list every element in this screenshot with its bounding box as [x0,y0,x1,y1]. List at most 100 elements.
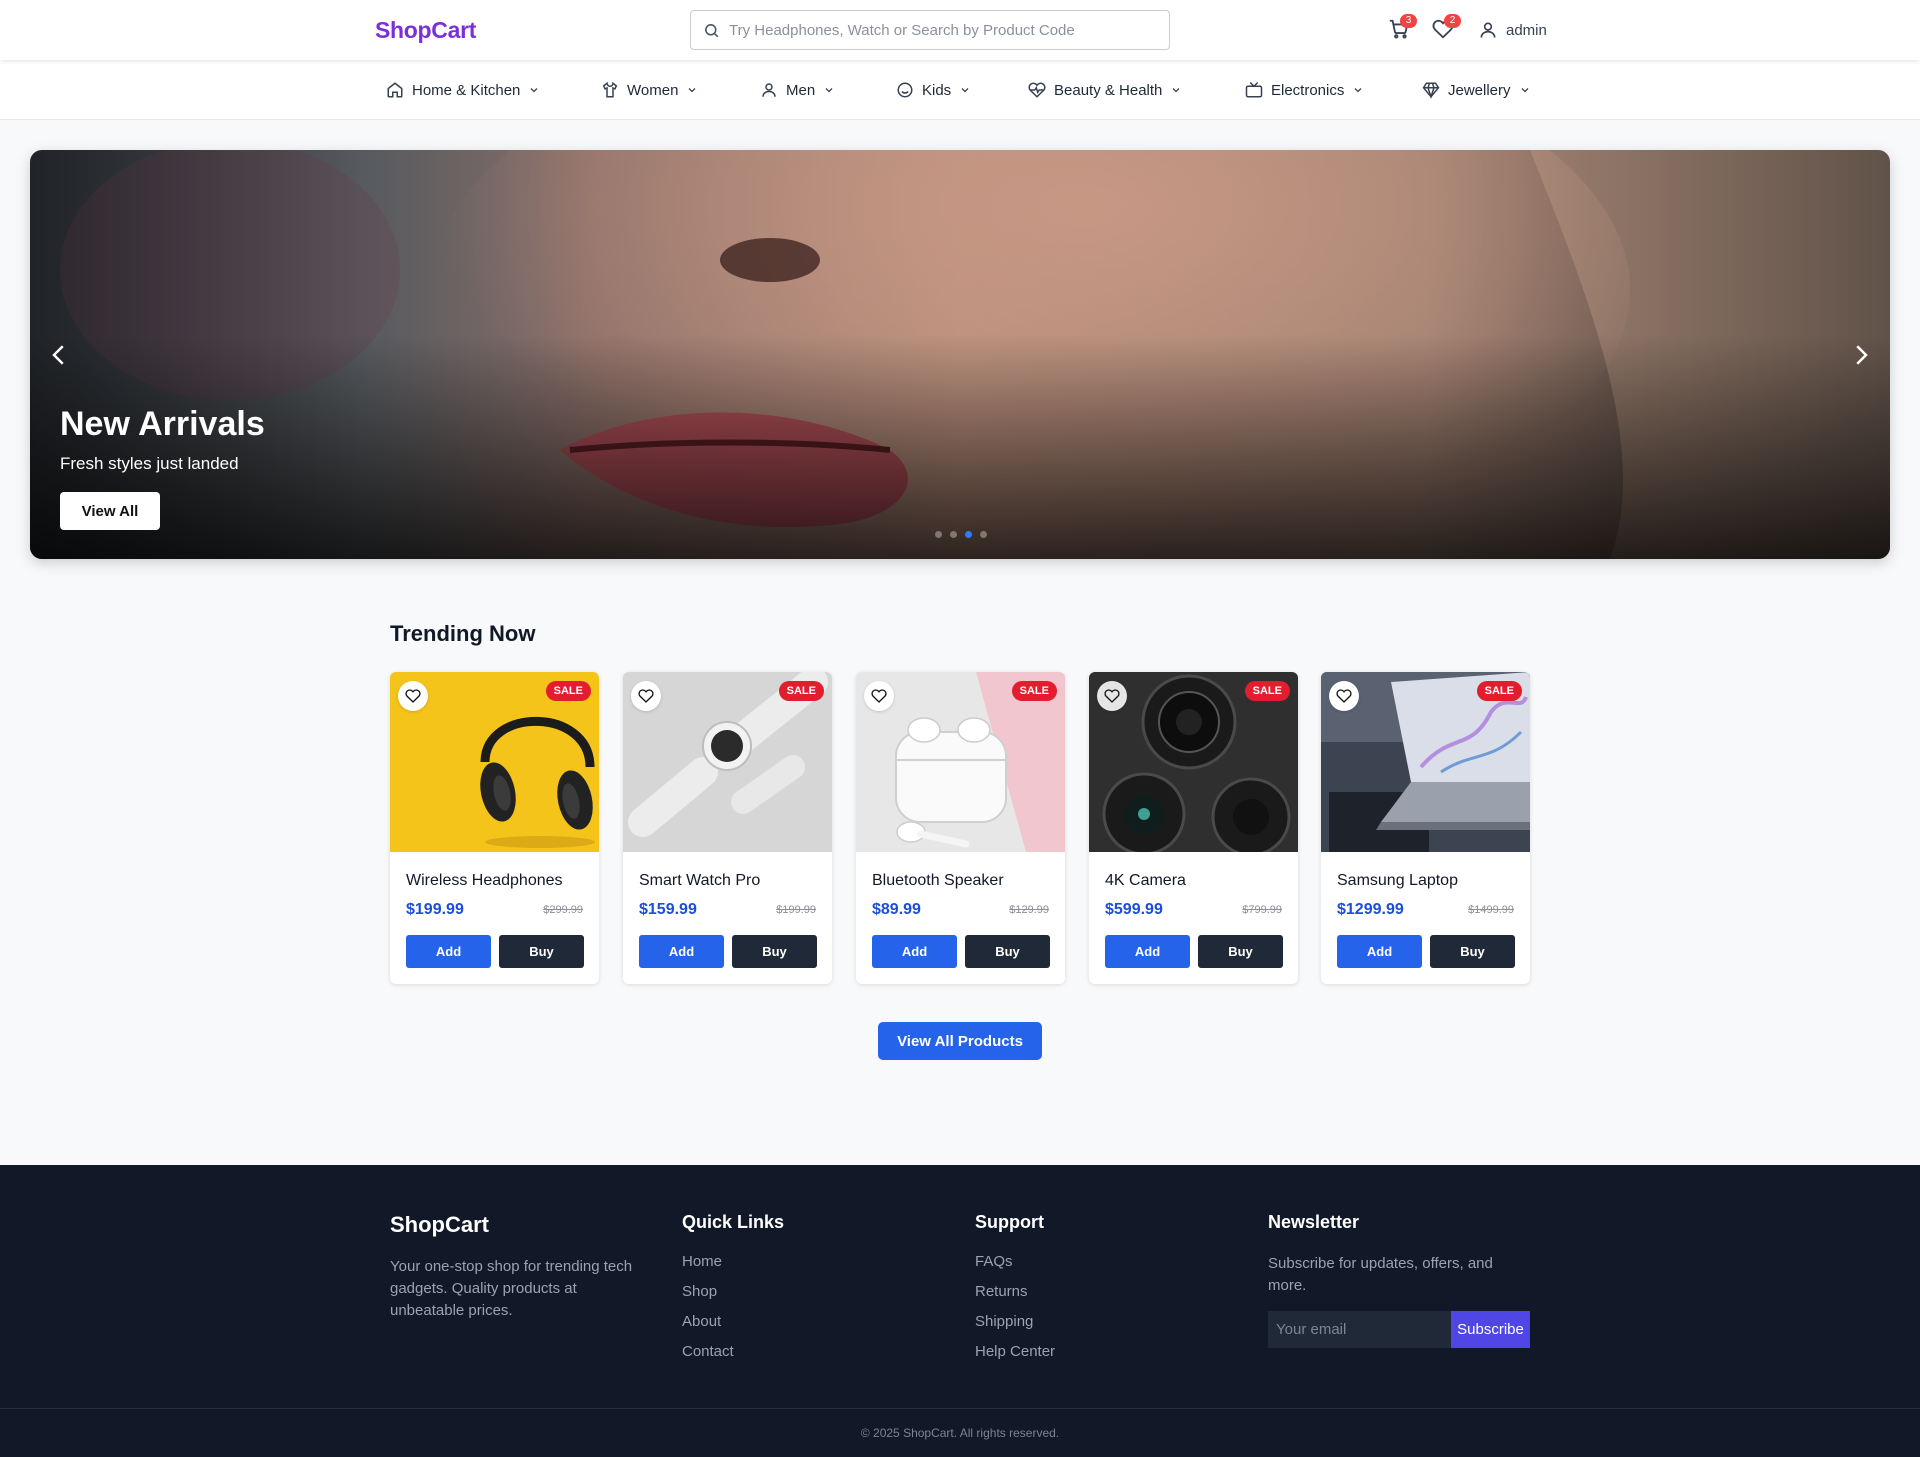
chevron-left-icon[interactable] [44,340,74,370]
logo[interactable]: ShopCart [375,17,476,44]
username: admin [1506,21,1547,39]
footer-link-about[interactable]: About [682,1313,721,1330]
hero-carousel: New Arrivals Fresh styles just landed Vi… [30,150,1890,559]
hero-view-all-button[interactable]: View All [60,492,160,530]
nav-label: Kids [922,81,952,99]
heart-icon [638,689,654,703]
heart-icon [405,689,421,703]
copyright: © 2025 ShopCart. All rights reserved. [860,1426,1060,1440]
footer-link-shipping[interactable]: Shipping [975,1313,1033,1330]
shirt-icon [602,81,618,98]
newsletter-email-input[interactable] [1268,1311,1451,1348]
nav-item-jewellery[interactable]: Jewellery [1422,79,1531,101]
buy-now-button[interactable]: Buy [1198,935,1283,968]
search-input[interactable] [729,11,1159,49]
chevron-down-icon [825,88,833,93]
product-card[interactable]: SALE Smart Watch Pro $159.99 $199.99 Add… [623,672,832,984]
chevron-down-icon [961,88,969,93]
chevron-down-icon [530,88,538,93]
add-to-cart-button[interactable]: Add [872,935,957,968]
wishlist-button[interactable]: 2 [1432,14,1461,45]
footer-link-returns[interactable]: Returns [975,1283,1028,1300]
hero-image [30,150,1890,559]
nav-item-electronics[interactable]: Electronics [1245,79,1364,101]
chevron-right-icon[interactable] [1846,340,1876,370]
carousel-dot[interactable] [935,531,942,538]
support-title: Support [975,1212,1044,1232]
sale-badge: SALE [1011,681,1057,701]
nav-item-home-kitchen[interactable]: Home & Kitchen [386,79,540,101]
cart-button[interactable]: 3 [1388,14,1417,45]
footer-link-faqs[interactable]: FAQs [975,1253,1013,1270]
sale-badge: SALE [778,681,824,701]
carousel-dots [935,531,987,538]
carousel-dot[interactable] [980,531,987,538]
product-card[interactable]: SALE Wireless Headphones $199.99 $299.99… [390,672,599,984]
buy-now-button[interactable]: Buy [499,935,584,968]
product-price: $199.99 [406,901,464,918]
view-all-products-button[interactable]: View All Products [878,1022,1042,1060]
newsletter-text: Subscribe for updates, offers, and more. [1268,1255,1493,1294]
nav-label: Electronics [1271,81,1345,99]
product-old-price: $199.99 [776,904,816,916]
add-to-cart-button[interactable]: Add [639,935,724,968]
add-to-cart-button[interactable]: Add [1105,935,1190,968]
nav-item-men[interactable]: Men [760,79,835,101]
quick-links-title: Quick Links [682,1212,785,1232]
subscribe-button[interactable]: Subscribe [1451,1311,1530,1348]
footer-logo: ShopCart [390,1212,489,1237]
search-bar[interactable] [690,10,1170,50]
newsletter-title: Newsletter [1268,1212,1360,1232]
buy-now-button[interactable]: Buy [732,935,817,968]
product-card[interactable]: SALE Samsung Laptop $1299.99 $1499.99 Ad… [1321,672,1530,984]
add-to-cart-button[interactable]: Add [1337,935,1422,968]
heart-icon [1104,689,1120,703]
sale-badge: SALE [545,681,591,701]
footer-link-contact[interactable]: Contact [682,1343,734,1360]
product-card[interactable]: SALE 4K Camera $599.99 $799.99 Add Buy [1089,672,1298,984]
site-footer: ShopCart Your one-stop shop for trending… [0,1165,1920,1457]
carousel-dot[interactable] [950,531,957,538]
nav-label: Home & Kitchen [412,81,521,99]
wishlist-toggle[interactable] [1329,681,1359,711]
product-name[interactable]: Bluetooth Speaker [872,872,1004,890]
heart-icon [871,689,887,703]
hero-title: New Arrivals [60,405,265,443]
product-old-price: $1499.99 [1468,904,1514,916]
user-menu[interactable]: admin [1478,19,1547,41]
search-icon [705,24,719,38]
home-icon [387,82,403,98]
product-price: $599.99 [1105,901,1163,918]
nav-label: Men [786,81,816,99]
section-title: Trending Now [390,621,536,646]
product-name[interactable]: Smart Watch Pro [639,872,760,890]
nav-item-kids[interactable]: Kids [896,79,971,101]
heart-icon [1336,689,1352,703]
product-card[interactable]: SALE Bluetooth Speaker $89.99 $129.99 Ad… [856,672,1065,984]
carousel-dot-active[interactable] [965,531,972,538]
wishlist-toggle[interactable] [1097,681,1127,711]
gem-icon [1422,82,1440,99]
nav-item-beauty-health[interactable]: Beauty & Health [1028,79,1182,101]
footer-divider [0,1408,1920,1409]
footer-link-shop[interactable]: Shop [682,1283,717,1300]
add-to-cart-button[interactable]: Add [406,935,491,968]
product-name[interactable]: Wireless Headphones [406,872,563,890]
product-name[interactable]: 4K Camera [1105,872,1186,890]
sale-badge: SALE [1476,681,1522,701]
footer-link-help-center[interactable]: Help Center [975,1343,1055,1360]
product-name[interactable]: Samsung Laptop [1337,872,1458,890]
nav-item-women[interactable]: Women [601,79,698,101]
nav-label: Women [627,81,679,99]
wishlist-toggle[interactable] [398,681,428,711]
footer-link-home[interactable]: Home [682,1253,722,1270]
product-price: $1299.99 [1337,901,1404,918]
product-old-price: $129.99 [1009,904,1049,916]
wishlist-toggle[interactable] [864,681,894,711]
user-icon [762,83,776,97]
wishlist-count-badge: 2 [1444,14,1461,28]
buy-now-button[interactable]: Buy [965,935,1050,968]
wishlist-toggle[interactable] [631,681,661,711]
chevron-down-icon [1521,88,1528,93]
buy-now-button[interactable]: Buy [1430,935,1515,968]
